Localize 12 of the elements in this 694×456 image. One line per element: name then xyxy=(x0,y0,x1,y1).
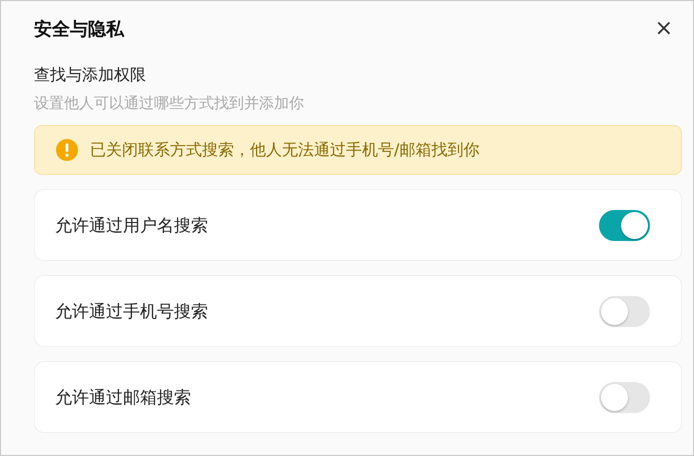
option-label: 允许通过手机号搜索 xyxy=(55,300,208,322)
section-description: 设置他人可以通过哪些方式找到并添加你 xyxy=(34,94,305,113)
toggle-switch[interactable] xyxy=(599,382,650,412)
toggle-switch[interactable] xyxy=(599,296,650,326)
option-label: 允许通过用户名搜索 xyxy=(55,214,208,236)
warning-text: 已关闭联系方式搜索，他人无法通过手机号/邮箱找到你 xyxy=(90,140,480,160)
option-label: 允许通过邮箱搜索 xyxy=(55,386,191,408)
toggle-switch[interactable] xyxy=(599,210,650,240)
close-button[interactable]: × xyxy=(650,17,677,41)
dialog-title: 安全与隐私 xyxy=(34,18,124,41)
section-title: 查找与添加权限 xyxy=(34,65,147,86)
exclamation-icon xyxy=(56,139,78,161)
